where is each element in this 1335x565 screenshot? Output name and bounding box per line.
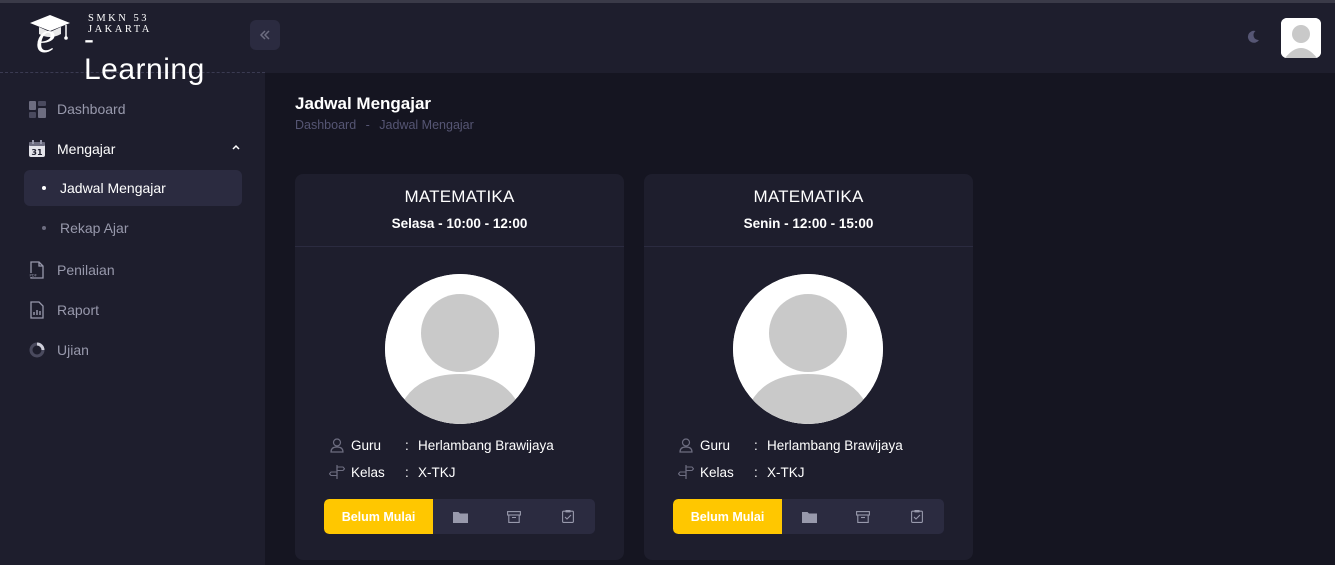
checklist-button[interactable] bbox=[541, 499, 595, 534]
kelas-value: X-TKJ bbox=[767, 464, 805, 480]
guru-value: Herlambang Brawijaya bbox=[418, 437, 554, 453]
folder-button[interactable] bbox=[782, 499, 836, 534]
sidebar-item-label: Ujian bbox=[57, 342, 89, 358]
guru-value: Herlambang Brawijaya bbox=[767, 437, 903, 453]
archive-icon bbox=[856, 510, 870, 523]
sidebar-item-label: Dashboard bbox=[57, 101, 126, 117]
report-file-icon bbox=[28, 301, 46, 319]
bullet-icon bbox=[42, 186, 46, 190]
svg-text:PDF: PDF bbox=[30, 273, 37, 278]
teacher-photo bbox=[385, 274, 535, 424]
colon: : bbox=[405, 464, 409, 480]
guru-label: Guru bbox=[700, 437, 731, 453]
sidebar-item-raport[interactable]: Raport bbox=[24, 292, 242, 328]
sidebar-collapse-button[interactable] bbox=[250, 20, 280, 50]
status-button[interactable]: Belum Mulai bbox=[324, 499, 433, 534]
sidebar-subitem-label: Jadwal Mengajar bbox=[60, 180, 166, 196]
sidebar-item-mengajar[interactable]: 31 Mengajar bbox=[24, 131, 242, 167]
breadcrumb-item-current: Jadwal Mengajar bbox=[379, 118, 474, 132]
card-subject: MATEMATIKA bbox=[404, 187, 515, 206]
card-time: Senin - 12:00 - 15:00 bbox=[743, 216, 874, 231]
card-actions: Belum Mulai bbox=[673, 499, 944, 534]
sidebar-subitem-label: Rekap Ajar bbox=[60, 220, 129, 236]
moon-icon[interactable] bbox=[1245, 29, 1261, 45]
dashboard-icon bbox=[28, 100, 46, 118]
app-logo[interactable]: SMKN 53 JAKARTA e -Learning bbox=[24, 11, 214, 85]
schedule-card: MATEMATIKA Selasa - 10:00 - 12:00 Guru :… bbox=[295, 174, 624, 560]
breadcrumb-item-dashboard[interactable]: Dashboard bbox=[295, 118, 356, 132]
guru-row: Guru : Herlambang Brawijaya bbox=[676, 435, 903, 455]
teacher-photo bbox=[733, 274, 883, 424]
double-chevron-left-icon bbox=[259, 30, 270, 40]
kelas-label: Kelas bbox=[351, 464, 385, 480]
bullet-icon bbox=[42, 226, 46, 230]
colon: : bbox=[754, 437, 758, 453]
schedule-card: MATEMATIKA Senin - 12:00 - 15:00 Guru : … bbox=[644, 174, 973, 560]
colon: : bbox=[754, 464, 758, 480]
sidebar-item-label: Mengajar bbox=[57, 141, 116, 157]
folder-button[interactable] bbox=[433, 499, 487, 534]
user-avatar[interactable] bbox=[1281, 18, 1321, 58]
top-header bbox=[265, 3, 1335, 73]
card-header: MATEMATIKA Senin - 12:00 - 15:00 bbox=[644, 174, 973, 247]
kelas-row: Kelas : X-TKJ bbox=[327, 462, 456, 482]
archive-button[interactable] bbox=[487, 499, 541, 534]
guru-label: Guru bbox=[351, 437, 382, 453]
kelas-label: Kelas bbox=[700, 464, 734, 480]
sidebar-item-label: Penilaian bbox=[57, 262, 115, 278]
sidebar-item-ujian[interactable]: Ujian bbox=[24, 332, 242, 368]
checklist-button[interactable] bbox=[890, 499, 944, 534]
status-button[interactable]: Belum Mulai bbox=[673, 499, 782, 534]
card-subject: MATEMATIKA bbox=[753, 187, 864, 206]
card-actions: Belum Mulai bbox=[324, 499, 595, 534]
card-time: Selasa - 10:00 - 12:00 bbox=[391, 216, 528, 231]
checklist-icon bbox=[911, 510, 923, 523]
kelas-row: Kelas : X-TKJ bbox=[676, 462, 805, 482]
archive-icon bbox=[507, 510, 521, 523]
breadcrumb-separator: - bbox=[365, 118, 370, 132]
brand-area: SMKN 53 JAKARTA e -Learning bbox=[0, 3, 265, 85]
calendar-day-number: 31 bbox=[31, 148, 43, 157]
user-icon bbox=[327, 437, 347, 453]
colon: : bbox=[405, 437, 409, 453]
folder-icon bbox=[801, 511, 817, 523]
signpost-icon bbox=[327, 464, 347, 480]
kelas-value: X-TKJ bbox=[418, 464, 456, 480]
logo-learning-text: -Learning bbox=[84, 23, 205, 86]
guru-row: Guru : Herlambang Brawijaya bbox=[327, 435, 554, 455]
card-header: MATEMATIKA Selasa - 10:00 - 12:00 bbox=[295, 174, 624, 247]
sidebar-item-penilaian[interactable]: PDF Penilaian bbox=[24, 252, 242, 288]
archive-button[interactable] bbox=[836, 499, 890, 534]
progress-circle-icon bbox=[28, 341, 46, 359]
calendar-icon: 31 bbox=[28, 140, 46, 158]
chevron-up-icon[interactable] bbox=[230, 141, 242, 153]
user-icon bbox=[676, 437, 696, 453]
page-title: Jadwal Mengajar bbox=[295, 94, 432, 113]
sidebar-item-dashboard[interactable]: Dashboard bbox=[24, 91, 242, 127]
sidebar-subitem-jadwal-mengajar[interactable]: Jadwal Mengajar bbox=[24, 170, 242, 206]
pdf-file-icon: PDF bbox=[28, 261, 46, 279]
sidebar-subitem-rekap-ajar[interactable]: Rekap Ajar bbox=[24, 210, 242, 246]
sidebar: SMKN 53 JAKARTA e -Learning Dashboard 31… bbox=[0, 3, 265, 565]
sidebar-item-label: Raport bbox=[57, 302, 100, 318]
checklist-icon bbox=[562, 510, 574, 523]
logo-e-letter: e bbox=[36, 13, 56, 62]
signpost-icon bbox=[676, 464, 696, 480]
breadcrumb: Dashboard - Jadwal Mengajar bbox=[295, 118, 474, 132]
folder-icon bbox=[452, 511, 468, 523]
